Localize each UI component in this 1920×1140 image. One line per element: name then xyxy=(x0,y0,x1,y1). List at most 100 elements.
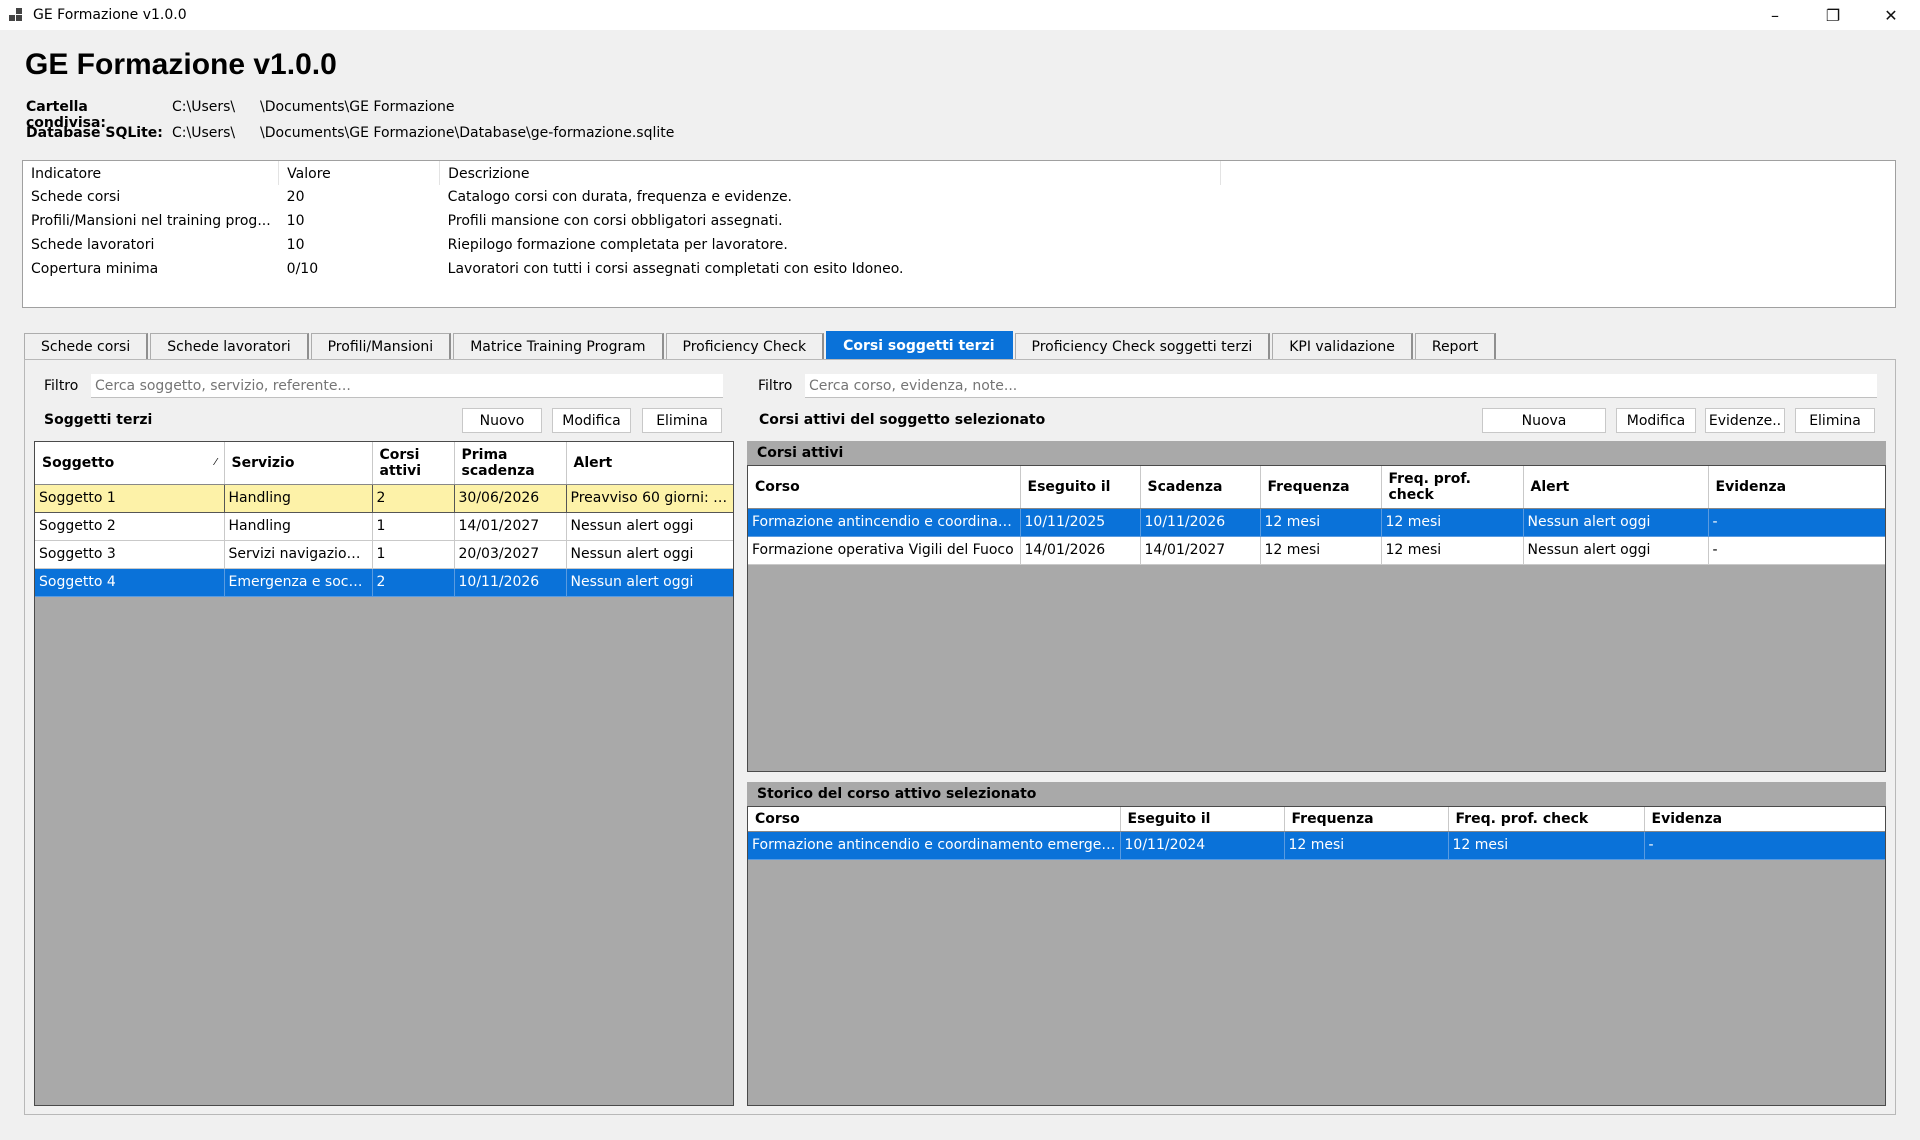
edit-subject-button[interactable]: Modifica xyxy=(552,408,631,433)
tab-report[interactable]: Report xyxy=(1414,333,1497,359)
course-history-grid[interactable]: Corso Eseguito il Frequenza Freq. prof. … xyxy=(747,806,1886,1106)
cell-corso: Formazione antincendio e coordinam... xyxy=(748,508,1021,537)
kpi-description: Riepilogo formazione completata per lavo… xyxy=(447,237,788,253)
delete-course-button[interactable]: Elimina xyxy=(1795,408,1875,433)
kpi-indicator: Schede corsi xyxy=(31,189,121,205)
tab-schede-corsi[interactable]: Schede corsi xyxy=(24,333,149,359)
history-caption: Storico del corso attivo selezionato xyxy=(747,782,1886,806)
cell-freq-prof-check: 12 mesi xyxy=(1381,508,1524,537)
cell-prima-scadenza: 20/03/2027 xyxy=(454,540,567,569)
sort-ascending-icon: ⁄ xyxy=(214,456,217,468)
subjects-grid[interactable]: Soggetto ⁄ Servizio Corsi attivi Prima sc… xyxy=(34,441,734,1106)
kpi-value: 20 xyxy=(286,189,305,205)
delete-subject-button[interactable]: Elimina xyxy=(642,408,722,433)
col-freq-prof-check[interactable]: Freq. prof. check xyxy=(1381,466,1524,509)
kpi-row[interactable]: Profili/Mansioni nel training prog... 10… xyxy=(23,209,1261,233)
kpi-row[interactable]: Copertura minima 0/10 Lavoratori con tut… xyxy=(23,257,1261,281)
kpi-indicator: Copertura minima xyxy=(31,261,159,277)
tab-profili-mansioni[interactable]: Profili/Mansioni xyxy=(310,333,452,359)
col-evidenza[interactable]: Evidenza xyxy=(1708,466,1885,509)
cell-servizio: Servizi navigazione... xyxy=(224,540,373,569)
cell-corsi-attivi: 1 xyxy=(372,512,455,541)
kpi-col-descrizione[interactable]: Descrizione xyxy=(439,161,1222,185)
table-row[interactable]: Soggetto 2 Handling 1 14/01/2027 Nessun … xyxy=(35,512,733,541)
cell-soggetto: Soggetto 3 xyxy=(35,540,225,569)
col-evidenza[interactable]: Evidenza xyxy=(1644,807,1885,832)
kpi-row[interactable]: Schede lavoratori 10 Riepilogo formazion… xyxy=(23,233,1261,257)
table-row[interactable]: Formazione operativa Vigili del Fuoco 14… xyxy=(748,536,1885,565)
tab-proficiency-check-soggetti-terzi[interactable]: Proficiency Check soggetti terzi xyxy=(1014,333,1271,359)
cell-prima-scadenza: 30/06/2026 xyxy=(454,484,567,513)
cell-corsi-attivi: 1 xyxy=(372,540,455,569)
cell-scadenza: 10/11/2026 xyxy=(1140,508,1261,537)
cell-corso: Formazione antincendio e coordinamento e… xyxy=(748,831,1121,860)
restore-button[interactable]: ❐ xyxy=(1804,0,1862,30)
courses-search-input[interactable] xyxy=(805,374,1877,398)
kpi-description: Profili mansione con corsi obbligatori a… xyxy=(447,213,783,229)
cell-alert: Preavviso 60 giorni: m... xyxy=(566,484,733,513)
cell-evidenza: - xyxy=(1708,536,1885,565)
subjects-search-input[interactable] xyxy=(91,374,723,398)
tab-proficiency-check[interactable]: Proficiency Check xyxy=(665,333,825,359)
tab-panel-corsi-soggetti-terzi: Filtro Soggetti terzi Nuovo Modifica Eli… xyxy=(24,359,1896,1115)
table-row[interactable]: Soggetto 1 Handling 2 30/06/2026 Preavvi… xyxy=(35,484,733,513)
col-frequenza[interactable]: Frequenza xyxy=(1284,807,1449,832)
col-corso[interactable]: Corso xyxy=(748,807,1121,832)
table-row[interactable]: Formazione antincendio e coordinamento e… xyxy=(748,831,1885,860)
edit-course-button[interactable]: Modifica xyxy=(1616,408,1696,433)
kpi-value: 10 xyxy=(286,237,305,253)
kpi-row[interactable]: Schede corsi 20 Catalogo corsi con durat… xyxy=(23,185,1261,209)
kpi-summary-list[interactable]: Indicatore Valore Descrizione Schede cor… xyxy=(22,160,1896,308)
col-scadenza[interactable]: Scadenza xyxy=(1140,466,1261,509)
cell-servizio: Emergenza e socco... xyxy=(224,568,373,597)
tab-kpi-validazione[interactable]: KPI validazione xyxy=(1272,333,1413,359)
col-eseguito-il[interactable]: Eseguito il xyxy=(1020,466,1141,509)
cell-soggetto: Soggetto 4 xyxy=(35,568,225,597)
minimize-button[interactable]: – xyxy=(1746,0,1804,30)
cell-eseguito-il: 10/11/2024 xyxy=(1120,831,1285,860)
app-icon xyxy=(9,8,23,22)
new-course-button[interactable]: Nuova xyxy=(1482,408,1606,433)
close-button[interactable]: ✕ xyxy=(1862,0,1920,30)
table-row[interactable]: Soggetto 4 Emergenza e socco... 2 10/11/… xyxy=(35,568,733,597)
tab-corsi-soggetti-terzi[interactable]: Corsi soggetti terzi xyxy=(826,331,1013,359)
cell-corso: Formazione operativa Vigili del Fuoco xyxy=(748,536,1021,565)
cell-alert: Nessun alert oggi xyxy=(1523,508,1709,537)
table-row[interactable]: Soggetto 3 Servizi navigazione... 1 20/0… xyxy=(35,540,733,569)
title-bar: GE Formazione v1.0.0 – ❐ ✕ xyxy=(0,0,1920,30)
kpi-description: Catalogo corsi con durata, frequenza e e… xyxy=(447,189,793,205)
cell-alert: Nessun alert oggi xyxy=(566,512,733,541)
kpi-col-indicatore[interactable]: Indicatore xyxy=(23,161,280,185)
table-row[interactable]: Formazione antincendio e coordinam... 10… xyxy=(748,508,1885,537)
col-freq-prof-check[interactable]: Freq. prof. check xyxy=(1448,807,1645,832)
cell-frequenza: 12 mesi xyxy=(1284,831,1449,860)
active-courses-grid[interactable]: Corso Eseguito il Scadenza Frequenza Fre… xyxy=(747,465,1886,772)
cell-freq-prof-check: 12 mesi xyxy=(1381,536,1524,565)
col-alert[interactable]: Alert xyxy=(566,442,733,485)
kpi-value: 10 xyxy=(286,213,305,229)
cell-eseguito-il: 10/11/2025 xyxy=(1020,508,1141,537)
col-soggetto[interactable]: Soggetto ⁄ xyxy=(35,442,225,485)
tab-matrice-training-program[interactable]: Matrice Training Program xyxy=(453,333,664,359)
tab-schede-lavoratori[interactable]: Schede lavoratori xyxy=(150,333,309,359)
kpi-indicator: Profili/Mansioni nel training prog... xyxy=(31,213,271,229)
cell-soggetto: Soggetto 1 xyxy=(35,484,225,513)
left-filter-label: Filtro xyxy=(44,378,79,394)
col-corso[interactable]: Corso xyxy=(748,466,1021,509)
cell-frequenza: 12 mesi xyxy=(1260,508,1382,537)
database-path-start: C:\Users\ xyxy=(172,125,236,141)
new-subject-button[interactable]: Nuovo xyxy=(462,408,542,433)
kpi-col-valore[interactable]: Valore xyxy=(278,161,441,185)
col-frequenza[interactable]: Frequenza xyxy=(1260,466,1382,509)
col-eseguito-il[interactable]: Eseguito il xyxy=(1120,807,1285,832)
cell-alert: Nessun alert oggi xyxy=(566,540,733,569)
kpi-col-filler xyxy=(1221,161,1261,185)
col-corsi-attivi[interactable]: Corsi attivi xyxy=(372,442,455,485)
cell-evidenza: - xyxy=(1644,831,1885,860)
col-prima-scadenza[interactable]: Prima scadenza xyxy=(454,442,567,485)
tab-strip: Schede corsi Schede lavoratori Profili/M… xyxy=(24,331,1498,359)
col-alert[interactable]: Alert xyxy=(1523,466,1709,509)
evidence-button[interactable]: Evidenze.. xyxy=(1705,408,1785,433)
col-servizio[interactable]: Servizio xyxy=(224,442,373,485)
cell-scadenza: 14/01/2027 xyxy=(1140,536,1261,565)
